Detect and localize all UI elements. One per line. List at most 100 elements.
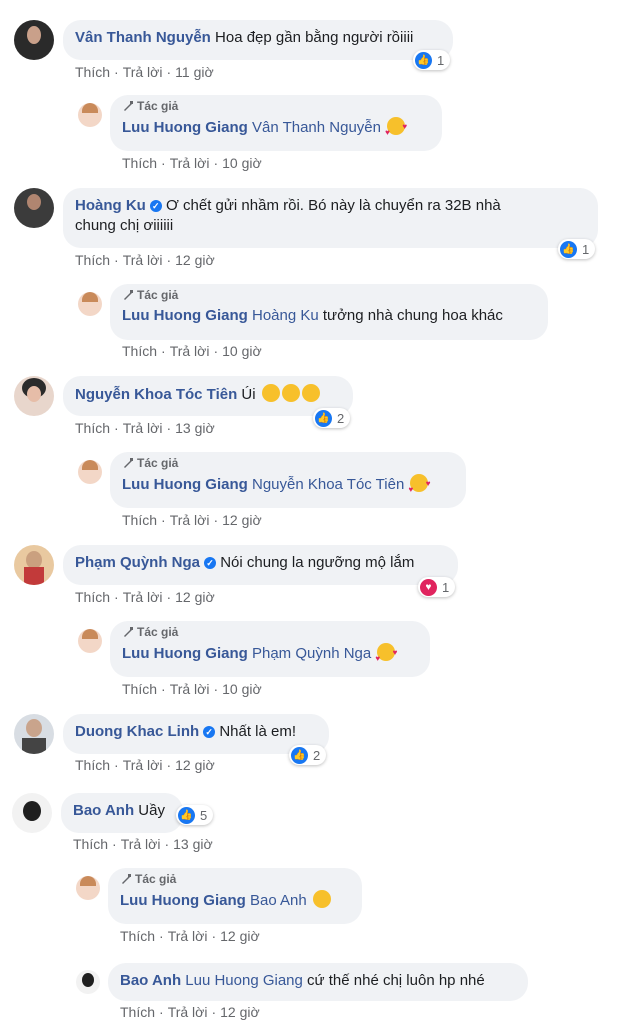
comment-time[interactable]: 13 giờ bbox=[173, 836, 213, 852]
comment-author[interactable]: Vân Thanh Nguyễn bbox=[75, 29, 211, 46]
reply-button[interactable]: Trả lời bbox=[170, 343, 210, 359]
verified-icon: ✓ bbox=[204, 557, 217, 569]
author-tag: Tác giả bbox=[122, 99, 430, 113]
comment-author[interactable]: Nguyễn Khoa Tóc Tiên bbox=[75, 386, 237, 403]
comment-bubble: Phạm Quỳnh Nga ✓ Nói chung la ngưỡng mộ l… bbox=[63, 545, 458, 585]
comment-bubble: Bao Anh Uầy bbox=[61, 793, 183, 833]
comment-bubble: Nguyễn Khoa Tóc Tiên Úi bbox=[63, 376, 353, 416]
like-button[interactable]: Thích bbox=[75, 420, 110, 436]
reaction-count[interactable]: 👍 1 bbox=[558, 239, 596, 259]
comment-author[interactable]: Luu Huong Giang bbox=[122, 476, 248, 493]
reply-button[interactable]: Trả lời bbox=[123, 757, 163, 773]
comment-time[interactable]: 13 giờ bbox=[175, 420, 215, 436]
comment-author[interactable]: Hoàng Ku bbox=[75, 197, 146, 214]
comment-time[interactable]: 12 giờ bbox=[220, 1004, 260, 1020]
reaction-count[interactable]: 👍 5 bbox=[176, 805, 214, 825]
comment-author[interactable]: Luu Huong Giang bbox=[122, 119, 248, 136]
comment-actions: Thích · Trả lời · 13 giờ bbox=[75, 420, 215, 436]
like-button[interactable]: Thích bbox=[120, 928, 155, 944]
like-button[interactable]: Thích bbox=[122, 343, 157, 359]
comment-actions: Thích · Trả lời · 12 giờ bbox=[75, 589, 215, 605]
comment-time[interactable]: 12 giờ bbox=[175, 252, 215, 268]
pen-icon bbox=[124, 290, 133, 300]
reaction-count[interactable]: 👍 1 bbox=[413, 50, 451, 70]
avatar[interactable] bbox=[14, 188, 54, 228]
reaction-count[interactable]: ♥ 1 bbox=[418, 577, 456, 597]
avatar[interactable] bbox=[78, 629, 102, 653]
mention[interactable]: Bao Anh bbox=[250, 892, 307, 909]
comment-bubble: Tác giả Luu Huong Giang Phạm Quỳnh Nga ♥… bbox=[110, 621, 430, 677]
like-button[interactable]: Thích bbox=[75, 252, 110, 268]
comment-bubble: Duong Khac Linh ✓ Nhất là em! bbox=[63, 714, 329, 754]
avatar[interactable] bbox=[14, 545, 54, 585]
reaction-count[interactable]: 👍 2 bbox=[313, 408, 351, 428]
avatar[interactable] bbox=[12, 793, 52, 833]
mention[interactable]: Nguyễn Khoa Tóc Tiên bbox=[252, 476, 404, 493]
avatar[interactable] bbox=[14, 20, 54, 60]
like-button[interactable]: Thích bbox=[120, 1004, 155, 1020]
like-button[interactable]: Thích bbox=[122, 155, 157, 171]
comment-time[interactable]: 10 giờ bbox=[222, 343, 262, 359]
comment-bubble: Tác giả Luu Huong Giang Vân Thanh Nguyễn… bbox=[110, 95, 442, 151]
avatar[interactable] bbox=[78, 103, 102, 127]
like-button[interactable]: Thích bbox=[122, 681, 157, 697]
reply-button[interactable]: Trả lời bbox=[123, 252, 163, 268]
comment-author[interactable]: Luu Huong Giang bbox=[122, 645, 248, 662]
reply-button[interactable]: Trả lời bbox=[123, 64, 163, 80]
like-button[interactable]: Thích bbox=[122, 512, 157, 528]
comment-author[interactable]: Phạm Quỳnh Nga bbox=[75, 554, 200, 571]
comment-author[interactable]: Luu Huong Giang bbox=[122, 307, 248, 324]
like-icon: 👍 bbox=[415, 51, 432, 69]
comment-author[interactable]: Duong Khac Linh bbox=[75, 723, 199, 740]
reply-button[interactable]: Trả lời bbox=[168, 1004, 208, 1020]
avatar[interactable] bbox=[76, 970, 100, 994]
comment-time[interactable]: 12 giờ bbox=[220, 928, 260, 944]
mention[interactable]: Phạm Quỳnh Nga bbox=[252, 645, 371, 662]
comment-actions: Thích · Trả lời · 11 giờ bbox=[75, 64, 214, 80]
smiling-hearts-emoji: ♥ ♥ bbox=[385, 117, 407, 137]
smiling-hearts-emoji: ♥ ♥ bbox=[375, 643, 397, 663]
reply-button[interactable]: Trả lời bbox=[123, 589, 163, 605]
like-icon: 👍 bbox=[560, 240, 577, 258]
like-button[interactable]: Thích bbox=[75, 757, 110, 773]
reply-button[interactable]: Trả lời bbox=[121, 836, 161, 852]
smiling-face-emoji bbox=[312, 890, 331, 908]
comment-time[interactable]: 10 giờ bbox=[222, 155, 262, 171]
like-icon: 👍 bbox=[315, 409, 332, 427]
like-button[interactable]: Thích bbox=[73, 836, 108, 852]
reaction-count[interactable]: 👍 2 bbox=[289, 745, 327, 765]
comment-text: Úi bbox=[241, 386, 256, 403]
avatar[interactable] bbox=[14, 714, 54, 754]
reply-button[interactable]: Trả lời bbox=[170, 155, 210, 171]
like-button[interactable]: Thích bbox=[75, 64, 110, 80]
pen-icon bbox=[124, 627, 133, 637]
laughing-tears-emoji bbox=[301, 384, 320, 402]
mention[interactable]: Vân Thanh Nguyễn bbox=[252, 119, 381, 136]
comment-time[interactable]: 11 giờ bbox=[175, 64, 214, 80]
comment-text: Hoa đẹp gần bằng người rồiiii bbox=[215, 29, 414, 46]
comment-actions: Thích · Trả lời · 10 giờ bbox=[122, 343, 262, 359]
comment-time[interactable]: 12 giờ bbox=[222, 512, 262, 528]
comment-time[interactable]: 12 giờ bbox=[175, 589, 215, 605]
comment-author[interactable]: Bao Anh bbox=[73, 802, 134, 819]
mention[interactable]: Hoàng Ku bbox=[252, 307, 319, 324]
reply-button[interactable]: Trả lời bbox=[170, 681, 210, 697]
comment-author[interactable]: Luu Huong Giang bbox=[120, 892, 246, 909]
comment-time[interactable]: 10 giờ bbox=[222, 681, 262, 697]
reply-button[interactable]: Trả lời bbox=[170, 512, 210, 528]
comment-time[interactable]: 12 giờ bbox=[175, 757, 215, 773]
comment-text: tưởng nhà chung hoa khác bbox=[322, 307, 503, 324]
laughing-tears-emoji bbox=[281, 384, 300, 402]
reply-button[interactable]: Trả lời bbox=[123, 420, 163, 436]
comment-actions: Thích · Trả lời · 13 giờ bbox=[73, 836, 213, 852]
reply-button[interactable]: Trả lời bbox=[168, 928, 208, 944]
like-button[interactable]: Thích bbox=[75, 589, 110, 605]
author-tag: Tác giả bbox=[122, 288, 536, 302]
avatar[interactable] bbox=[76, 876, 100, 900]
mention[interactable]: Luu Huong Giang bbox=[185, 972, 303, 989]
avatar[interactable] bbox=[78, 292, 102, 316]
avatar[interactable] bbox=[78, 460, 102, 484]
comment-author[interactable]: Bao Anh bbox=[120, 972, 181, 989]
comment-bubble: Tác giả Luu Huong Giang Nguyễn Khoa Tóc … bbox=[110, 452, 466, 508]
avatar[interactable] bbox=[14, 376, 54, 416]
